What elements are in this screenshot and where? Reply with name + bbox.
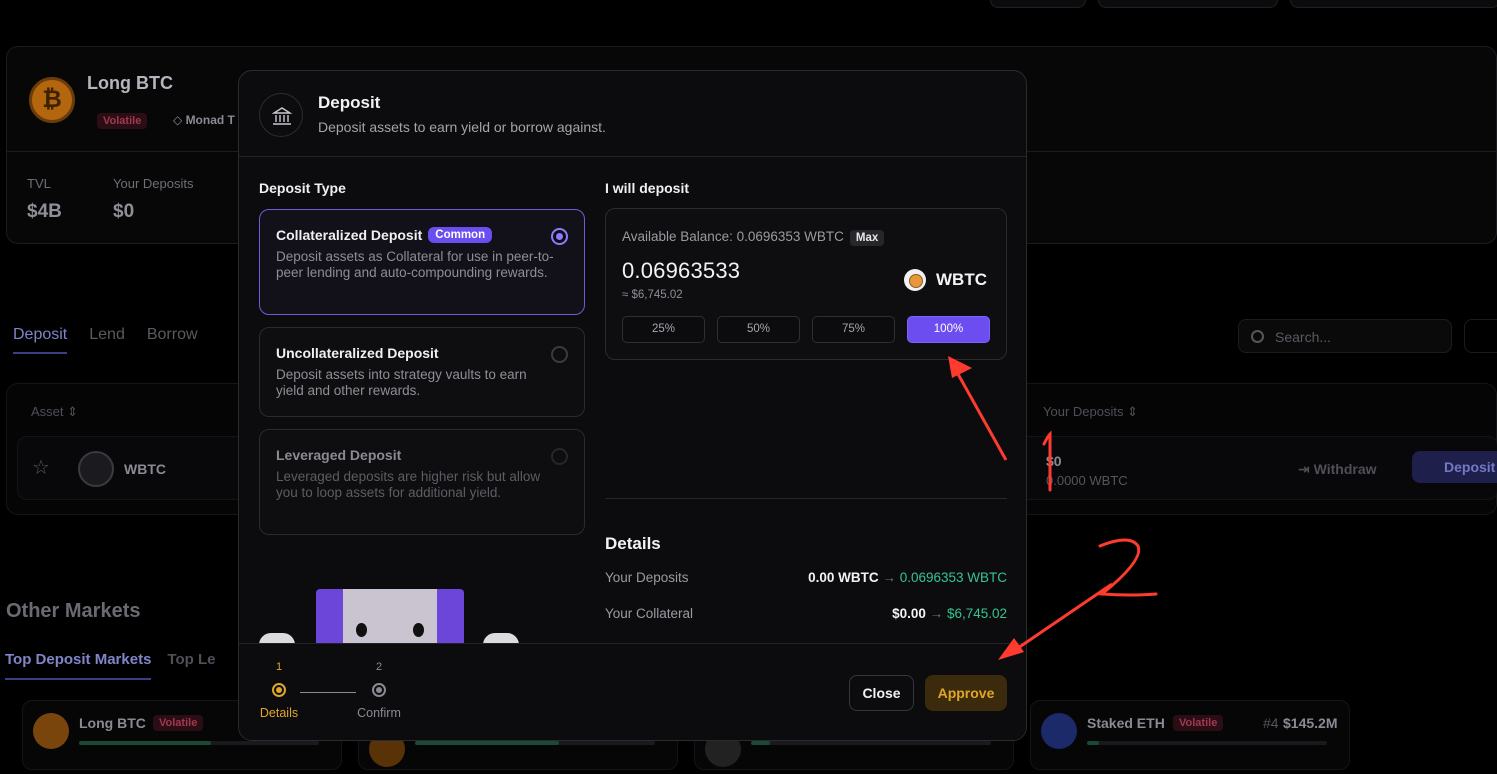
detail-label: Your Collateral: [605, 606, 694, 621]
progress-bar: [79, 741, 319, 745]
amount-input[interactable]: 0.06963533: [622, 258, 740, 284]
star-icon[interactable]: ☆: [32, 455, 50, 480]
modal-header: Deposit Deposit assets to earn yield or …: [239, 71, 1026, 157]
chain-label: ◇ Monad T: [173, 113, 235, 127]
detail-value: $0.00 → $6,745.02: [892, 606, 1007, 621]
progress-bar: [1087, 741, 1327, 745]
percent-100-button[interactable]: 100%: [907, 316, 990, 343]
volatile-badge: Volatile: [1173, 715, 1224, 731]
step-confirm: 2 Confirm: [355, 661, 403, 720]
modal-footer: 1 Details 2 Confirm Close Approve: [239, 643, 1026, 740]
search-icon: [1251, 330, 1264, 343]
step-details: 1 Details: [259, 661, 299, 720]
option-title: Uncollateralized Deposit: [276, 345, 439, 361]
mascot-illustration: [316, 589, 464, 649]
market-rank: #4: [1263, 715, 1279, 731]
eth-icon: [1041, 713, 1077, 749]
tab-deposit[interactable]: Deposit: [13, 326, 68, 354]
stat-value: $4B: [27, 201, 62, 222]
step-label: Confirm: [357, 706, 401, 720]
market-amount: $145.2M: [1283, 715, 1338, 731]
stat-label: Your Deposits: [113, 176, 194, 191]
other-markets-title: Other Markets: [6, 600, 141, 622]
bank-icon: [259, 93, 303, 137]
percent-50-button[interactable]: 50%: [717, 316, 800, 343]
approve-button[interactable]: Approve: [925, 675, 1007, 711]
market-card-name: Staked ETH: [1087, 715, 1165, 731]
option-description: Deposit assets into strategy vaults to e…: [276, 367, 527, 398]
close-button[interactable]: Close: [849, 675, 914, 711]
your-deposits-value: $0: [1046, 453, 1062, 469]
column-header-your-deposits[interactable]: Your Deposits ⇕: [1043, 404, 1138, 420]
search-input[interactable]: Search...: [1238, 319, 1452, 353]
column-header-asset[interactable]: Asset ⇕: [31, 404, 78, 420]
volatile-badge: Volatile: [97, 113, 148, 129]
top-button[interactable]: [990, 0, 1086, 8]
radio-selected[interactable]: [551, 228, 568, 245]
top-button[interactable]: [1098, 0, 1278, 8]
your-deposits-sub: 0.0000 WBTC: [1046, 473, 1128, 488]
percent-buttons: 25% 50% 75% 100%: [622, 316, 990, 343]
deposit-button[interactable]: Deposit: [1412, 451, 1497, 483]
step-dot: [372, 683, 386, 697]
option-collateralized-deposit[interactable]: Collateralized Deposit Common Deposit ass…: [259, 209, 585, 315]
other-markets-tabs: Top Deposit Markets Top Le: [5, 651, 215, 680]
step-number: 1: [275, 661, 283, 673]
token-selector[interactable]: WBTC: [904, 269, 987, 291]
volatile-badge: Volatile: [153, 715, 204, 731]
percent-25-button[interactable]: 25%: [622, 316, 705, 343]
market-card[interactable]: Staked ETH Volatile #4 $145.2M: [1030, 700, 1350, 770]
step-connector: [300, 692, 356, 693]
divider: [605, 498, 1007, 499]
radio-unselected[interactable]: [551, 346, 568, 363]
details-title: Details: [605, 534, 661, 553]
available-balance: Available Balance: 0.0696353 WBTC Max: [622, 229, 885, 246]
option-description: Leveraged deposits are higher risk but a…: [276, 469, 541, 500]
deposit-type-label: Deposit Type: [259, 180, 346, 196]
deposit-modal: Deposit Deposit assets to earn yield or …: [238, 70, 1027, 741]
top-button[interactable]: [1290, 0, 1497, 8]
step-dot: [272, 683, 286, 697]
option-title: Collateralized Deposit Common: [276, 227, 568, 243]
will-deposit-label: I will deposit: [605, 180, 690, 196]
modal-title: Deposit: [318, 93, 381, 112]
tab-top-lend[interactable]: Top Le: [167, 651, 215, 680]
search-placeholder: Search...: [1275, 329, 1332, 345]
page-tabs: Deposit Lend Borrow: [13, 326, 198, 354]
btc-icon: ₿: [29, 77, 75, 123]
max-button[interactable]: Max: [849, 230, 885, 246]
btc-icon: [33, 713, 69, 749]
progress-bar: [751, 741, 991, 745]
token-symbol: WBTC: [936, 270, 987, 289]
option-uncollateralized-deposit[interactable]: Uncollateralized Deposit Deposit assets …: [259, 327, 585, 417]
percent-75-button[interactable]: 75%: [812, 316, 895, 343]
common-badge: Common: [428, 227, 493, 243]
wbtc-icon: [78, 451, 114, 487]
option-description: Deposit assets as Collateral for use in …: [276, 249, 554, 280]
wbtc-icon: [904, 269, 926, 291]
amount-usd: ≈ $6,745.02: [622, 289, 683, 301]
radio-unselected[interactable]: [551, 448, 568, 465]
market-card-name: Long BTC: [79, 715, 146, 731]
progress-bar: [415, 741, 655, 745]
modal-subtitle: Deposit assets to earn yield or borrow a…: [318, 119, 606, 135]
option-leveraged-deposit[interactable]: Leveraged Deposit Leveraged deposits are…: [259, 429, 585, 535]
stat-value: $0: [113, 201, 135, 222]
stat-label: TVL: [27, 176, 51, 191]
detail-value: 0.00 WBTC → 0.0696353 WBTC: [808, 570, 1007, 585]
tab-lend[interactable]: Lend: [89, 326, 125, 354]
detail-label: Your Deposits: [605, 570, 689, 585]
asset-name: WBTC: [124, 461, 166, 477]
withdraw-button[interactable]: ⇥ Withdraw: [1298, 461, 1377, 478]
filter-button[interactable]: [1464, 319, 1497, 353]
option-title: Leveraged Deposit: [276, 447, 402, 463]
step-number: 2: [375, 661, 383, 673]
step-label: Details: [259, 706, 299, 720]
market-name: Long BTC: [87, 73, 173, 93]
tab-top-deposit-markets[interactable]: Top Deposit Markets: [5, 651, 152, 680]
tab-borrow[interactable]: Borrow: [147, 326, 198, 354]
deposit-amount-box: Available Balance: 0.0696353 WBTC Max 0.0…: [605, 208, 1007, 360]
